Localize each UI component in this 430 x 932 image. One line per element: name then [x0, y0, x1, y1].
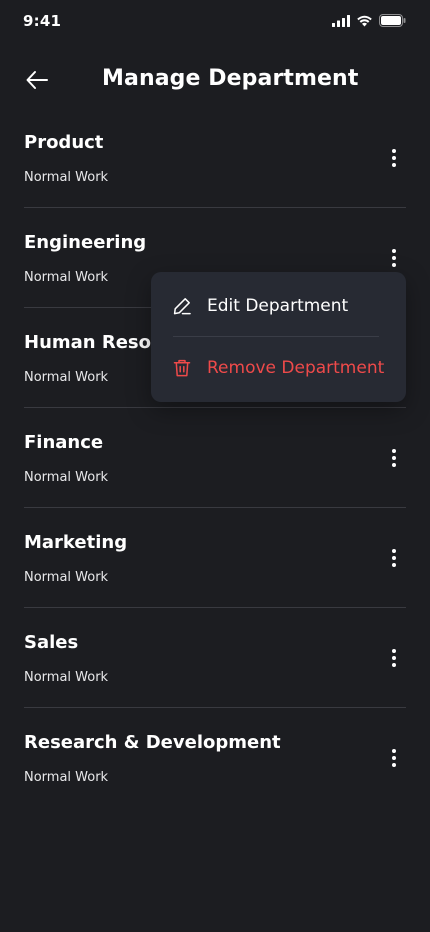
kebab-dot-icon	[392, 749, 396, 753]
remove-department-label: Remove Department	[207, 358, 385, 378]
department-row[interactable]: Marketing Normal Work	[24, 508, 406, 608]
kebab-dot-icon	[392, 249, 396, 253]
department-list: Product Normal Work Engineering Normal W…	[24, 108, 406, 808]
department-row[interactable]: Research & Development Normal Work	[24, 708, 406, 808]
kebab-dot-icon	[392, 663, 396, 667]
more-options-button[interactable]	[382, 644, 406, 672]
department-name: Research & Development	[24, 732, 281, 753]
edit-department-button[interactable]: Edit Department	[151, 276, 406, 336]
kebab-dot-icon	[392, 549, 396, 553]
kebab-dot-icon	[392, 649, 396, 653]
status-time: 9:41	[23, 12, 62, 30]
pencil-icon	[173, 298, 191, 315]
kebab-dot-icon	[392, 456, 396, 460]
page-title: Manage Department	[102, 66, 359, 91]
header: Manage Department	[0, 58, 430, 102]
kebab-dot-icon	[392, 163, 396, 167]
department-row[interactable]: Finance Normal Work	[24, 408, 406, 508]
battery-icon	[379, 14, 406, 27]
status-icons	[332, 14, 406, 27]
department-row[interactable]: Product Normal Work	[24, 108, 406, 208]
kebab-dot-icon	[392, 756, 396, 760]
department-name: Product	[24, 132, 104, 153]
department-context-menu: Edit Department Remove Department	[151, 272, 406, 402]
kebab-dot-icon	[392, 449, 396, 453]
menu-divider	[173, 336, 379, 337]
status-bar: 9:41	[0, 0, 430, 44]
department-name: Marketing	[24, 532, 128, 553]
department-type: Normal Work	[24, 470, 109, 485]
arrow-left-icon	[26, 71, 48, 89]
wifi-icon	[357, 15, 372, 26]
kebab-dot-icon	[392, 656, 396, 660]
department-name: Engineering	[24, 232, 147, 253]
more-options-button[interactable]	[382, 444, 406, 472]
more-options-button[interactable]	[382, 144, 406, 172]
more-options-button[interactable]	[382, 744, 406, 772]
department-type: Normal Work	[24, 370, 109, 385]
kebab-dot-icon	[392, 149, 396, 153]
department-row[interactable]: Sales Normal Work	[24, 608, 406, 708]
department-type: Normal Work	[24, 170, 109, 185]
kebab-dot-icon	[392, 256, 396, 260]
more-options-button[interactable]	[382, 244, 406, 272]
remove-department-button[interactable]: Remove Department	[151, 338, 406, 398]
department-type: Normal Work	[24, 570, 109, 585]
back-button[interactable]	[24, 68, 50, 92]
department-name: Sales	[24, 632, 79, 653]
kebab-dot-icon	[392, 263, 396, 267]
edit-department-label: Edit Department	[207, 296, 349, 316]
department-type: Normal Work	[24, 270, 109, 285]
cellular-signal-icon	[332, 14, 350, 27]
more-options-button[interactable]	[382, 544, 406, 572]
kebab-dot-icon	[392, 463, 396, 467]
kebab-dot-icon	[392, 763, 396, 767]
department-type: Normal Work	[24, 670, 109, 685]
kebab-dot-icon	[392, 156, 396, 160]
department-name: Finance	[24, 432, 104, 453]
department-type: Normal Work	[24, 770, 109, 785]
trash-icon	[173, 359, 191, 377]
kebab-dot-icon	[392, 563, 396, 567]
kebab-dot-icon	[392, 556, 396, 560]
